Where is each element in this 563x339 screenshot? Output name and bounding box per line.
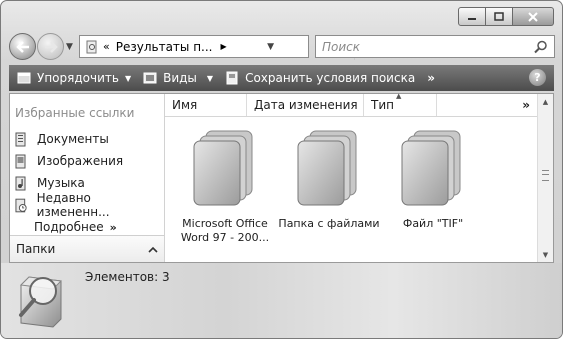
window-caption-buttons [458, 7, 554, 26]
file-item-folder[interactable]: Папка с файлами [277, 127, 381, 245]
column-headers: Имя Дата изменения ▲ Тип » [165, 92, 538, 117]
search-box[interactable]: Поиск [315, 35, 555, 58]
folders-label: Папки [16, 242, 56, 256]
column-header-name[interactable]: Имя [165, 94, 247, 116]
recent-icon [15, 198, 27, 212]
help-button[interactable]: ? [529, 69, 546, 86]
file-item-tif[interactable]: Файл "TIF" [381, 127, 485, 245]
file-tiles: Microsoft Office Word 97 - 200... Папка … [173, 127, 485, 245]
scroll-down-icon[interactable]: ▼ [538, 247, 553, 262]
file-name-label: Файл "TIF" [402, 217, 464, 230]
music-icon [15, 176, 26, 190]
search-icon[interactable] [534, 40, 548, 54]
file-item-word[interactable]: Microsoft Office Word 97 - 200... [173, 127, 277, 245]
sort-ascending-icon: ▲ [396, 92, 402, 100]
sidebar-item-documents[interactable]: Документы [14, 128, 164, 150]
search-input[interactable]: Поиск [322, 40, 534, 54]
file-stack-icon [297, 130, 357, 206]
sidebar-item-label: Музыка [37, 176, 85, 190]
content-area: Избранные ссылки Документы Изображения М… [9, 92, 554, 263]
explorer-window: ▼ « Результаты п... ▶ ▼ Поиск Упорядочит… [0, 0, 563, 339]
minimize-icon [468, 17, 476, 20]
recent-pages-dropdown[interactable]: ▼ [66, 42, 73, 52]
address-overflow[interactable]: « [103, 40, 110, 53]
favorite-links-header: Избранные ссылки [15, 106, 135, 120]
organize-button[interactable]: Упорядочить ▼ [17, 67, 131, 89]
folders-toggle[interactable]: Папки [10, 235, 164, 262]
command-bar: Упорядочить ▼ Виды ▼ Сохранить условия п… [9, 65, 554, 91]
views-icon [143, 72, 157, 84]
save-search-icon [226, 71, 238, 85]
maximize-button[interactable] [486, 7, 513, 26]
toolbar-more-button[interactable]: » [427, 71, 435, 85]
maximize-icon [494, 12, 504, 21]
forward-arrow-icon [44, 40, 58, 53]
column-header-date[interactable]: Дата изменения [247, 94, 364, 116]
chevron-up-icon [148, 246, 158, 253]
file-list-pane: Имя Дата изменения ▲ Тип » Microsoft Off… [165, 92, 538, 262]
search-results-icon [19, 276, 63, 328]
file-stack-icon [401, 130, 461, 206]
navigation-pane: Избранные ссылки Документы Изображения М… [10, 94, 165, 262]
more-links-label: Подробнее [34, 220, 104, 234]
address-path[interactable]: Результаты п... [116, 40, 213, 54]
columns-more-button[interactable]: » [522, 98, 530, 112]
sidebar-item-pictures[interactable]: Изображения [14, 150, 164, 172]
forward-button[interactable] [37, 33, 64, 60]
organize-dropdown-icon: ▼ [124, 73, 132, 83]
sidebar-item-label: Документы [37, 132, 109, 146]
views-label: Виды [163, 71, 197, 85]
scroll-up-icon[interactable]: ▲ [538, 94, 553, 109]
close-icon [528, 11, 538, 22]
views-button[interactable]: Виды ▼ [143, 67, 213, 89]
save-search-label: Сохранить условия поиска [245, 71, 416, 85]
double-chevron-icon: » [109, 220, 117, 234]
navigation-bar: ▼ « Результаты п... ▶ ▼ Поиск [9, 32, 555, 60]
breadcrumb-arrow-icon[interactable]: ▶ [221, 42, 227, 51]
pictures-icon [15, 154, 26, 168]
documents-icon [15, 132, 26, 146]
column-name-label: Имя [172, 98, 198, 112]
sidebar-item-recent[interactable]: Недавно измененн... [14, 191, 164, 219]
organize-label: Упорядочить [37, 71, 119, 85]
sidebar-item-label: Недавно измененн... [36, 191, 110, 219]
back-arrow-icon [15, 40, 29, 53]
close-button[interactable] [513, 7, 554, 26]
views-dropdown-icon: ▼ [206, 73, 214, 83]
file-name-label: Microsoft Office Word 97 - 200... [180, 217, 270, 244]
column-date-label: Дата изменения [254, 98, 358, 112]
address-bar[interactable]: « Результаты п... ▶ ▼ [79, 35, 372, 60]
file-name-label: Папка с файлами [278, 217, 380, 230]
file-stack-icon [193, 130, 253, 206]
sidebar-item-label: Изображения [37, 154, 124, 168]
column-header-type[interactable]: ▲ Тип [364, 92, 437, 116]
minimize-button[interactable] [458, 7, 486, 26]
organize-icon [17, 72, 31, 84]
favorite-links-list: Документы Изображения Музыка Недавно изм… [14, 128, 164, 238]
save-search-button[interactable]: Сохранить условия поиска [225, 67, 415, 89]
item-count-text: Элементов: 3 [85, 270, 170, 284]
details-pane: Элементов: 3 [1, 263, 562, 338]
search-folder-icon [86, 40, 97, 53]
back-button[interactable] [9, 33, 36, 60]
vertical-scrollbar[interactable]: ▲ ▼ [537, 94, 553, 262]
column-type-label: Тип [371, 98, 394, 112]
address-dropdown[interactable]: ▼ [267, 42, 274, 52]
scrollbar-grip[interactable] [542, 170, 549, 181]
